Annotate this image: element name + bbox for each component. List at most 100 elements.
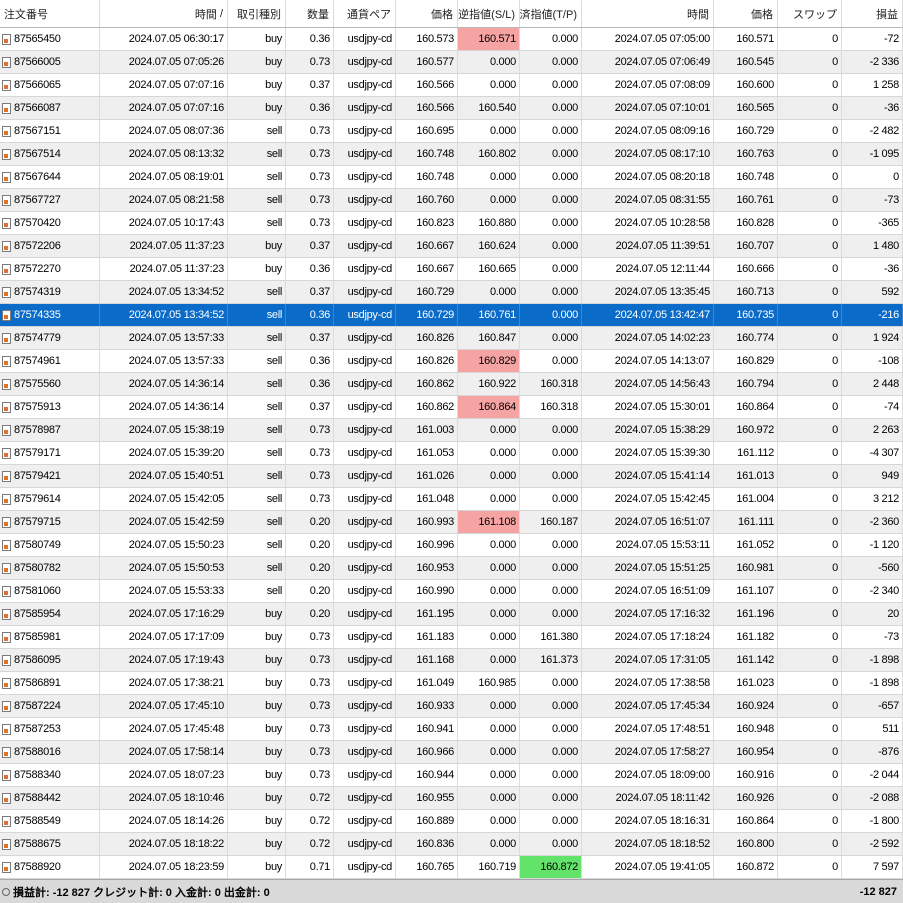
table-row[interactable]: 87567727 2024.07.05 08:21:58 sell 0.73 usdjp… <box>0 189 903 212</box>
table-row[interactable]: 87578987 2024.07.05 15:38:19 sell 0.73 usdjp… <box>0 419 903 442</box>
table-row[interactable]: 87585981 2024.07.05 17:17:09 buy 0.73 usdjpy… <box>0 626 903 649</box>
type-cell-text: sell <box>266 493 283 505</box>
type-cell-text: sell <box>266 562 283 574</box>
profit-cell-text: 2 448 <box>872 378 899 390</box>
open-price-cell-text: 160.990 <box>416 585 454 597</box>
table-row[interactable]: 87566005 2024.07.05 07:05:26 buy 0.73 usdjpy… <box>0 51 903 74</box>
table-row[interactable]: 87588016 2024.07.05 17:58:14 buy 0.73 usdjpy… <box>0 741 903 764</box>
table-row[interactable]: 87579421 2024.07.05 15:40:51 sell 0.73 usdjp… <box>0 465 903 488</box>
table-row[interactable]: 87586095 2024.07.05 17:19:43 buy 0.73 usdjpy… <box>0 649 903 672</box>
close-time-cell: 2024.07.05 07:06:49 <box>582 51 714 73</box>
table-row[interactable]: 87588340 2024.07.05 18:07:23 buy 0.73 usdjpy… <box>0 764 903 787</box>
order-cell: 87581060 <box>0 580 100 602</box>
type-cell: sell <box>228 189 286 211</box>
table-row[interactable]: 87588675 2024.07.05 18:18:22 buy 0.72 usdjpy… <box>0 833 903 856</box>
table-row[interactable]: 87588920 2024.07.05 18:23:59 buy 0.71 usdjpy… <box>0 856 903 879</box>
open-time-cell: 2024.07.05 15:38:19 <box>100 419 228 441</box>
table-row[interactable]: 87574961 2024.07.05 13:57:33 sell 0.36 usdjp… <box>0 350 903 373</box>
profit-cell: -73 <box>842 189 903 211</box>
close-time-cell-text: 2024.07.05 12:11:44 <box>615 263 711 275</box>
table-row[interactable]: 87588549 2024.07.05 18:14:26 buy 0.72 usdjpy… <box>0 810 903 833</box>
sl-cell: 160.802 <box>458 143 520 165</box>
volume-cell: 0.37 <box>286 327 334 349</box>
order-cell-text: 87575913 <box>14 401 61 413</box>
table-row[interactable]: 87575913 2024.07.05 14:36:14 sell 0.37 usdjp… <box>0 396 903 419</box>
sl-cell-text: 0.000 <box>489 447 516 459</box>
table-row[interactable]: 87566065 2024.07.05 07:07:16 buy 0.37 usdjpy… <box>0 74 903 97</box>
close-time-cell: 2024.07.05 08:17:10 <box>582 143 714 165</box>
table-row[interactable]: 87588442 2024.07.05 18:10:46 buy 0.72 usdjpy… <box>0 787 903 810</box>
swap-cell-text: 0 <box>832 493 838 505</box>
table-row[interactable]: 87565450 2024.07.05 06:30:17 buy 0.36 usdjpy… <box>0 28 903 51</box>
table-row[interactable]: 87586891 2024.07.05 17:38:21 buy 0.73 usdjpy… <box>0 672 903 695</box>
sl-cell: 0.000 <box>458 810 520 832</box>
table-row[interactable]: 87579614 2024.07.05 15:42:05 sell 0.73 usdjp… <box>0 488 903 511</box>
volume-cell: 0.73 <box>286 764 334 786</box>
sl-cell-text: 0.000 <box>489 286 516 298</box>
symbol-cell-text: usdjpy-cd <box>347 470 393 482</box>
order-cell-text: 87580749 <box>14 539 61 551</box>
table-row[interactable]: 87566087 2024.07.05 07:07:16 buy 0.36 usdjpy… <box>0 97 903 120</box>
open-price-cell: 160.933 <box>396 695 458 717</box>
table-row[interactable]: 87587224 2024.07.05 17:45:10 buy 0.73 usdjpy… <box>0 695 903 718</box>
table-row[interactable]: 87581060 2024.07.05 15:53:33 sell 0.20 usdjp… <box>0 580 903 603</box>
col-header-open-time[interactable]: 時間 / <box>100 0 228 27</box>
swap-cell: 0 <box>778 488 842 510</box>
close-price-cell-text: 161.112 <box>737 447 774 459</box>
table-row[interactable]: 87574319 2024.07.05 13:34:52 sell 0.37 usdjp… <box>0 281 903 304</box>
col-header-profit[interactable]: 損益 <box>842 0 903 27</box>
volume-cell: 0.73 <box>286 465 334 487</box>
type-cell-text: buy <box>265 33 282 45</box>
type-cell-text: sell <box>266 585 283 597</box>
col-header-close-time[interactable]: 時間 <box>582 0 714 27</box>
close-time-cell-text: 2024.07.05 17:18:24 <box>614 631 711 643</box>
symbol-cell-text: usdjpy-cd <box>347 792 393 804</box>
open-time-cell: 2024.07.05 18:23:59 <box>100 856 228 878</box>
sl-cell: 160.665 <box>458 258 520 280</box>
col-header-close-price[interactable]: 価格 <box>714 0 778 27</box>
open-price-cell-text: 160.823 <box>416 217 454 229</box>
col-header-type[interactable]: 取引種別 <box>228 0 286 27</box>
table-row[interactable]: 87587253 2024.07.05 17:45:48 buy 0.73 usdjpy… <box>0 718 903 741</box>
col-header-order[interactable]: 注文番号 <box>0 0 100 27</box>
table-row[interactable]: 87567644 2024.07.05 08:19:01 sell 0.73 usdjp… <box>0 166 903 189</box>
table-row[interactable]: 87579715 2024.07.05 15:42:59 sell 0.20 usdjp… <box>0 511 903 534</box>
table-row[interactable]: 87572206 2024.07.05 11:37:23 buy 0.37 usdjpy… <box>0 235 903 258</box>
open-time-cell: 2024.07.05 08:19:01 <box>100 166 228 188</box>
profit-cell-text: 1 924 <box>872 332 899 344</box>
table-row[interactable]: 87575560 2024.07.05 14:36:14 sell 0.36 usdjp… <box>0 373 903 396</box>
type-cell: buy <box>228 258 286 280</box>
symbol-cell: usdjpy-cd <box>334 672 396 694</box>
table-row[interactable]: 87570420 2024.07.05 10:17:43 sell 0.73 usdjp… <box>0 212 903 235</box>
open-price-cell-text: 160.667 <box>416 240 454 252</box>
table-row[interactable]: 87574779 2024.07.05 13:57:33 sell 0.37 usdjp… <box>0 327 903 350</box>
swap-cell: 0 <box>778 511 842 533</box>
type-cell-text: buy <box>265 723 282 735</box>
profit-cell: -73 <box>842 626 903 648</box>
sl-cell: 160.847 <box>458 327 520 349</box>
col-header-label: スワップ <box>793 8 837 21</box>
close-time-cell: 2024.07.05 19:41:05 <box>582 856 714 878</box>
sl-cell: 160.864 <box>458 396 520 418</box>
table-row[interactable]: 87574335 2024.07.05 13:34:52 sell 0.36 usdjp… <box>0 304 903 327</box>
col-header-swap[interactable]: スワップ <box>778 0 842 27</box>
col-header-open-price[interactable]: 価格 <box>396 0 458 27</box>
table-row[interactable]: 87579171 2024.07.05 15:39:20 sell 0.73 usdjp… <box>0 442 903 465</box>
table-row[interactable]: 87585954 2024.07.05 17:16:29 buy 0.20 usdjpy… <box>0 603 903 626</box>
col-header-volume[interactable]: 数量 <box>286 0 334 27</box>
col-header-symbol[interactable]: 通貨ペア <box>334 0 396 27</box>
open-time-cell-text: 2024.07.05 08:21:58 <box>128 194 225 206</box>
col-header-tp[interactable]: 決済指値(T/P) <box>520 0 582 27</box>
close-price-cell-text: 160.916 <box>736 769 774 781</box>
open-time-cell-text: 2024.07.05 18:14:26 <box>128 815 225 827</box>
table-row[interactable]: 87580749 2024.07.05 15:50:23 sell 0.20 usdjp… <box>0 534 903 557</box>
tp-cell-text: 0.000 <box>551 194 578 206</box>
table-row[interactable]: 87567514 2024.07.05 08:13:32 sell 0.73 usdjp… <box>0 143 903 166</box>
col-header-sl[interactable]: 決済逆指値(S/L) <box>458 0 520 27</box>
type-cell: sell <box>228 373 286 395</box>
table-row[interactable]: 87580782 2024.07.05 15:50:53 sell 0.20 usdjp… <box>0 557 903 580</box>
order-document-icon <box>2 102 11 114</box>
table-row[interactable]: 87567151 2024.07.05 08:07:36 sell 0.73 usdjp… <box>0 120 903 143</box>
table-row[interactable]: 87572270 2024.07.05 11:37:23 buy 0.36 usdjpy… <box>0 258 903 281</box>
open-price-cell: 160.966 <box>396 741 458 763</box>
